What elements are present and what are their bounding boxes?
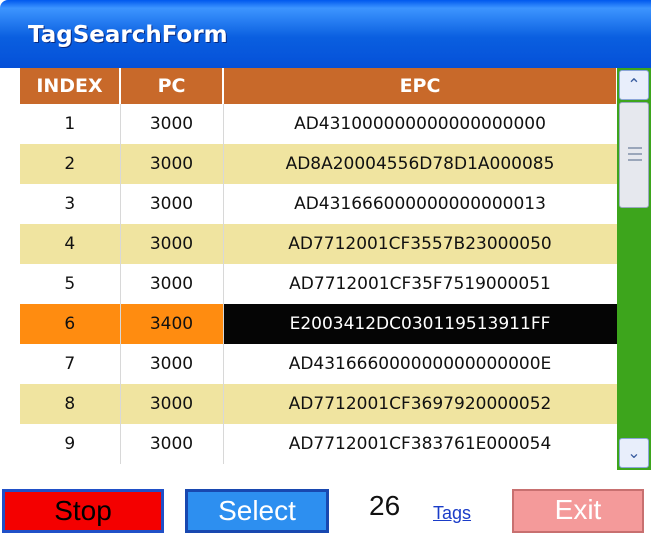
index-cell: 6 [20,304,121,344]
index-cell: 9 [20,424,121,464]
table-row[interactable]: 2 3000 AD8A20004556D78D1A000085 [20,144,618,184]
stop-button[interactable]: Stop [2,489,164,533]
table-header-row: INDEX PC EPC [20,68,618,104]
epc-cell: AD431666000000000000000E [223,344,618,384]
select-button[interactable]: Select [185,489,329,533]
table-row[interactable]: 8 3000 AD7712001CF3697920000052 [20,384,618,424]
index-cell: 4 [20,224,121,264]
tag-count: 26 [369,490,401,521]
index-cell: 5 [20,264,121,304]
title-bar[interactable]: TagSearchForm [0,0,651,68]
chevron-down-icon[interactable]: ⌄ [619,438,649,468]
column-header-pc[interactable]: PC [120,68,224,104]
vertical-scrollbar[interactable]: ⌃ ⌄ [617,68,651,470]
epc-cell: E2003412DC030119513911FF [223,304,618,344]
epc-cell: AD7712001CF3557B23000050 [223,224,618,264]
column-header-epc[interactable]: EPC [223,68,618,104]
grip-line-icon [628,147,642,149]
column-header-index[interactable]: INDEX [20,68,121,104]
tag-grid-area: INDEX PC EPC 1 3000 AD431000000000000000… [20,68,651,470]
table-row[interactable]: 9 3000 AD7712001CF383761E000054 [20,424,618,464]
footer-bar: Stop Select 26 Tags Exit [0,470,651,547]
epc-cell: AD7712001CF383761E000054 [223,424,618,464]
chevron-up-icon[interactable]: ⌃ [619,70,649,100]
tag-search-window: TagSearchForm INDEX PC EPC 1 3000 AD4310… [0,0,651,547]
index-cell: 1 [20,104,121,144]
window-title: TagSearchForm [28,22,228,48]
table-row[interactable]: 7 3000 AD431666000000000000000E [20,344,618,384]
index-cell: 7 [20,344,121,384]
epc-cell: AD7712001CF3697920000052 [223,384,618,424]
index-cell: 2 [20,144,121,184]
pc-cell: 3000 [120,184,224,224]
pc-cell: 3000 [120,344,224,384]
epc-cell: AD8A20004556D78D1A000085 [223,144,618,184]
index-cell: 3 [20,184,121,224]
pc-cell: 3000 [120,384,224,424]
table-row-selected[interactable]: 6 3400 E2003412DC030119513911FF [20,304,618,344]
table-row[interactable]: 3 3000 AD431666000000000000013 [20,184,618,224]
pc-cell: 3000 [120,104,224,144]
table-row[interactable]: 4 3000 AD7712001CF3557B23000050 [20,224,618,264]
exit-button[interactable]: Exit [512,489,644,533]
table-row[interactable]: 5 3000 AD7712001CF35F7519000051 [20,264,618,304]
grip-line-icon [628,153,642,155]
epc-cell: AD431666000000000000013 [223,184,618,224]
pc-cell: 3400 [120,304,224,344]
grip-line-icon [628,159,642,161]
tag-table: INDEX PC EPC 1 3000 AD431000000000000000… [20,68,618,464]
pc-cell: 3000 [120,424,224,464]
epc-cell: AD431000000000000000000 [223,104,618,144]
pc-cell: 3000 [120,144,224,184]
scrollbar-thumb[interactable] [619,102,649,208]
tags-link[interactable]: Tags [433,503,471,524]
index-cell: 8 [20,384,121,424]
pc-cell: 3000 [120,224,224,264]
table-row[interactable]: 1 3000 AD431000000000000000000 [20,104,618,144]
pc-cell: 3000 [120,264,224,304]
epc-cell: AD7712001CF35F7519000051 [223,264,618,304]
